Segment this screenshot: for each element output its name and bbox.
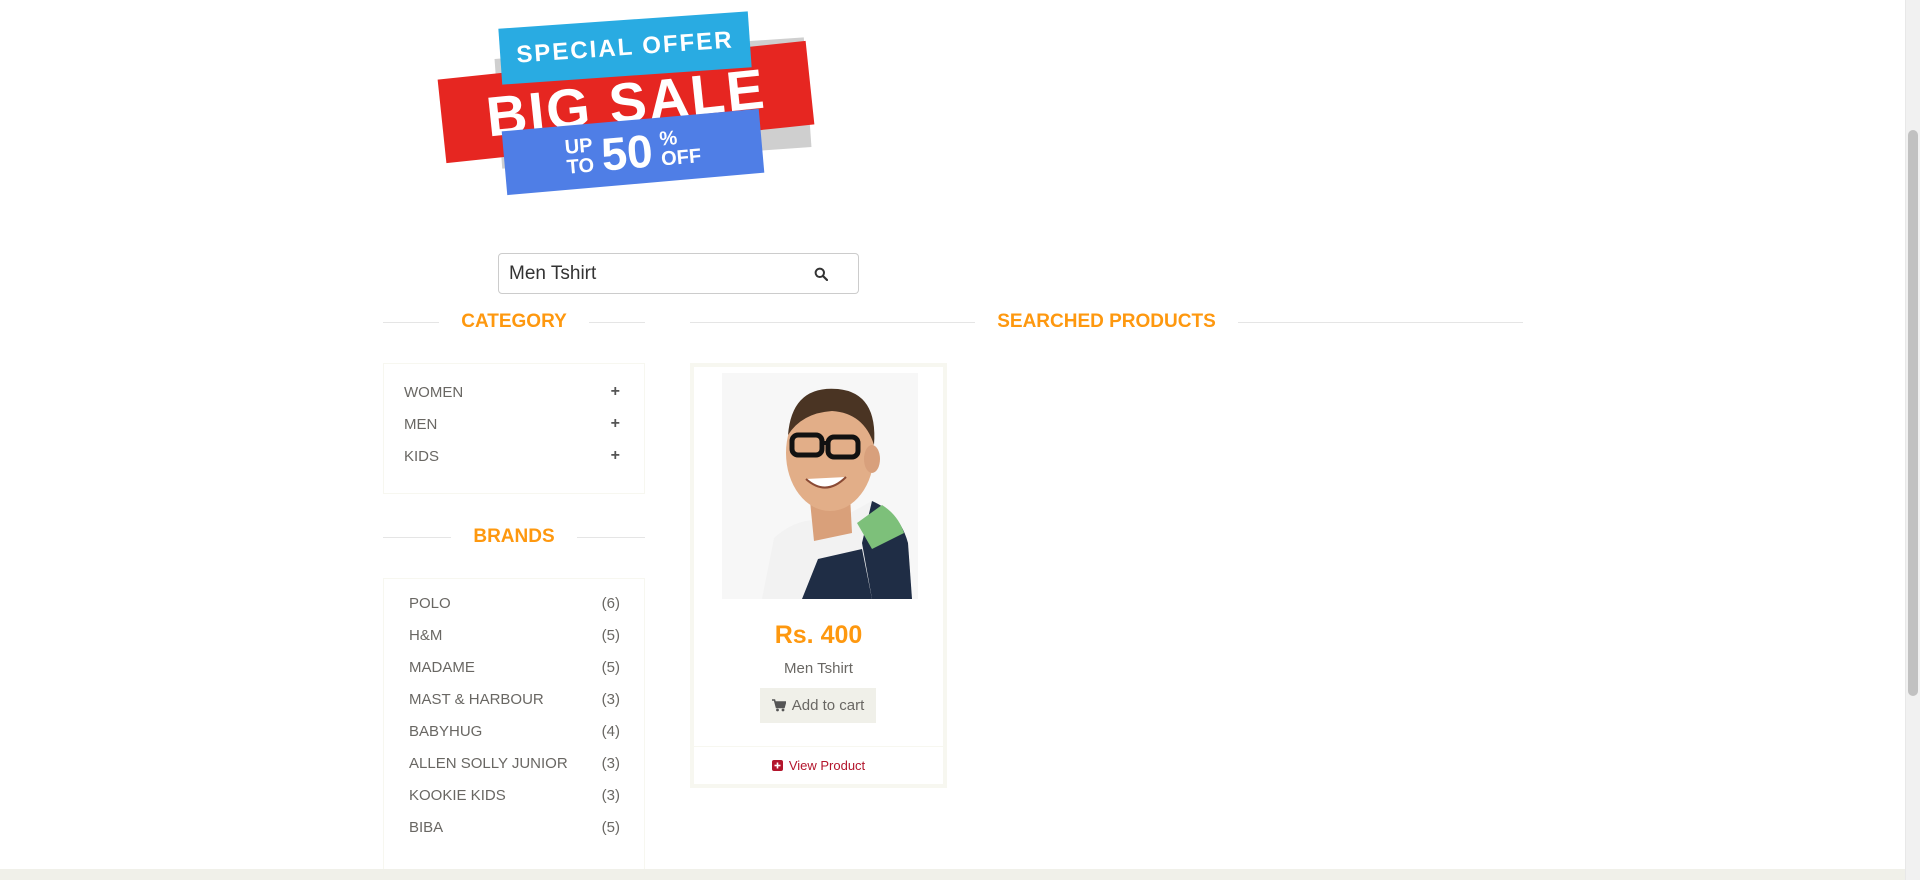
banner-to-text: TO [565, 154, 596, 179]
brand-count: (3) [601, 786, 620, 804]
brand-label: BIBA [409, 818, 444, 836]
brand-label: MAST & HARBOUR [409, 690, 544, 708]
brands-panel: POLO (6) H&M (5) MADAME (5) MAST & HARBO… [383, 578, 645, 869]
brand-count: (6) [601, 594, 620, 612]
brand-item-polo[interactable]: POLO (6) [384, 587, 644, 619]
brands-heading: BRANDS [383, 526, 645, 548]
brand-label: ALLEN SOLLY JUNIOR [409, 754, 568, 772]
brand-count: (3) [601, 754, 620, 772]
add-to-cart-label: Add to cart [791, 697, 865, 714]
heading-line [383, 321, 440, 323]
brand-item-babyhug[interactable]: BABYHUG (4) [384, 715, 644, 747]
brand-count: (5) [601, 626, 620, 644]
category-item-kids[interactable]: KIDS + [384, 440, 644, 472]
brand-item-allen-solly-junior[interactable]: ALLEN SOLLY JUNIOR (3) [384, 747, 644, 779]
man-photo-icon [722, 373, 918, 599]
plus-square-icon [771, 760, 783, 771]
add-to-cart-button[interactable]: Add to cart [760, 688, 876, 723]
heading-line [690, 321, 976, 323]
banner-upto: UP TO [564, 135, 596, 179]
brands-heading-text: BRANDS [473, 526, 555, 547]
banner-special-offer-text: SPECIAL OFFER [515, 26, 735, 69]
brand-count: (5) [601, 818, 620, 836]
card-divider [694, 746, 943, 747]
product-name: Men Tshirt [784, 660, 853, 677]
brand-item-biba[interactable]: BIBA (5) [384, 811, 644, 843]
brand-item-mast-harbour[interactable]: MAST & HARBOUR (3) [384, 683, 644, 715]
heading-line [588, 321, 645, 323]
brand-item-hm[interactable]: H&M (5) [384, 619, 644, 651]
brand-label: H&M [409, 626, 443, 644]
brand-label: MADAME [409, 658, 475, 676]
brand-item-madame[interactable]: MADAME (5) [384, 651, 644, 683]
shopping-cart-icon [771, 699, 786, 712]
product-image[interactable] [722, 373, 918, 599]
search-button[interactable] [784, 253, 859, 294]
search-icon [814, 267, 828, 281]
banner-off: % OFF [659, 126, 703, 171]
banner-amount: 50 [599, 124, 655, 181]
searched-products-heading: SEARCHED PRODUCTS [690, 311, 1523, 333]
category-item-men[interactable]: MEN + [384, 408, 644, 440]
footer-strip [0, 869, 1905, 880]
brand-label: KOOKIE KIDS [409, 786, 506, 804]
category-heading: CATEGORY [383, 311, 645, 333]
banner-off-text: OFF [660, 145, 703, 171]
category-item-women[interactable]: WOMEN + [384, 376, 644, 408]
brand-label: BABYHUG [409, 722, 483, 740]
heading-line [383, 536, 452, 538]
product-card: Rs. 400 Men Tshirt Add to cart View Prod… [690, 363, 947, 788]
category-item-label: WOMEN [404, 383, 464, 401]
category-item-label: MEN [404, 415, 438, 433]
view-product-link[interactable]: View Product [694, 758, 943, 773]
category-heading-text: CATEGORY [461, 311, 567, 332]
plus-icon[interactable]: + [611, 447, 620, 465]
brand-count: (4) [601, 722, 620, 740]
brand-label: POLO [409, 594, 451, 612]
big-sale-banner: BIG SALE SPECIAL OFFER UP TO 50 % OFF [436, 11, 836, 196]
view-product-label: View Product [788, 758, 866, 773]
scrollbar-thumb[interactable] [1908, 130, 1918, 696]
search-bar [498, 253, 859, 294]
brand-count: (5) [601, 658, 620, 676]
search-input[interactable] [498, 253, 788, 294]
category-panel: WOMEN + MEN + KIDS + [383, 363, 645, 494]
brand-item-kookie-kids[interactable]: KOOKIE KIDS (3) [384, 779, 644, 811]
product-price: Rs. 400 [774, 621, 863, 649]
heading-line [576, 536, 645, 538]
vertical-scrollbar[interactable] [1905, 0, 1920, 880]
brand-count: (3) [601, 690, 620, 708]
heading-line [1237, 321, 1523, 323]
searched-products-heading-text: SEARCHED PRODUCTS [997, 311, 1216, 332]
plus-icon[interactable]: + [611, 383, 620, 401]
page: BIG SALE SPECIAL OFFER UP TO 50 % OFF CA… [0, 0, 1920, 880]
category-item-label: KIDS [404, 447, 440, 465]
plus-icon[interactable]: + [611, 415, 620, 433]
